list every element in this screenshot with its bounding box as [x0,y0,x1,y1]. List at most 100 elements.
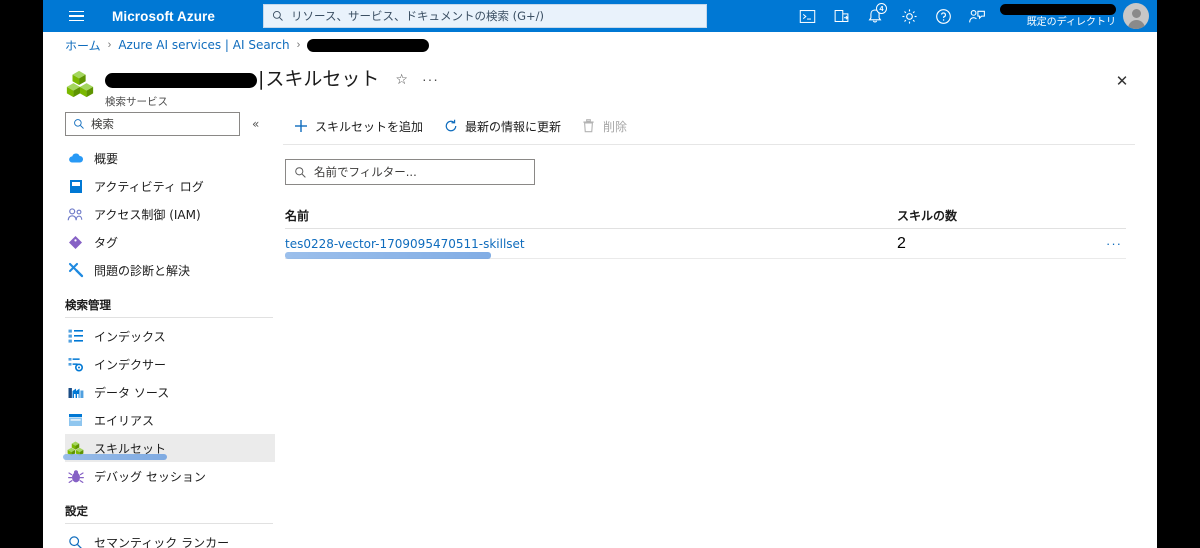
index-list-icon [67,328,84,345]
page-title-resource-redacted [105,72,257,88]
notifications-icon[interactable]: 4 [858,0,892,32]
table-header-row: 名前 スキルの数 [285,203,1126,229]
sidebar-item-indexers[interactable]: インデクサー [65,350,275,378]
sidebar-item-aliases[interactable]: エイリアス [65,406,275,434]
sidebar-group-title-settings: 設定 [65,504,88,518]
sidebar-item-tags[interactable]: タグ [65,228,275,256]
sidebar-item-label: スキルセット [94,441,167,456]
sidebar-item-label: アクティビティ ログ [94,179,204,194]
hamburger-icon[interactable] [56,0,96,32]
sidebar-item-label: 概要 [94,151,119,166]
sidebar-group-divider [65,317,273,318]
sidebar-item-debug-sessions[interactable]: デバッグ セッション [65,462,275,490]
delete-label: 削除 [603,119,628,134]
breadcrumb-item-ai-search[interactable]: Azure AI services | AI Search [118,38,289,52]
notification-badge-count: 4 [876,3,887,14]
sidebar-item-indexes[interactable]: インデックス [65,322,275,350]
activity-log-icon [67,178,84,195]
skillsets-table: 名前 スキルの数 tes0228-vector-1709095470511-sk… [285,203,1126,259]
table-cell-skill-count: 2 [897,234,906,252]
breadcrumb-separator: › [296,39,301,51]
search-service-cubes-icon [66,70,94,98]
plus-icon [293,119,308,134]
sidebar-item-access-control[interactable]: アクセス制御 (IAM) [65,200,275,228]
filter-placeholder: 名前でフィルター... [314,165,417,179]
search-icon [74,119,84,129]
global-search-input[interactable]: リソース、サービス、ドキュメントの検索 (G+/) [263,4,708,28]
sidebar-item-semantic-ranker[interactable]: セマンティック ランカー [65,528,275,548]
add-skillset-button[interactable]: スキルセットを追加 [283,112,433,140]
debug-bug-icon [67,468,84,485]
column-header-name[interactable]: 名前 [285,207,897,224]
sidebar-item-label: インデクサー [94,357,167,372]
alias-icon [67,412,84,429]
sidebar-item-label: データ ソース [94,385,170,400]
command-bar-divider [283,144,1135,145]
directory-switch-icon[interactable] [824,0,858,32]
page-title-block: | スキルセット ☆ ··· 検索サービス [105,67,439,109]
avatar[interactable] [1123,3,1149,29]
table-row-context-menu-icon[interactable]: ··· [1106,236,1126,251]
sidebar-item-label: デバッグ セッション [94,469,206,484]
diagnose-wrench-icon [67,262,84,279]
sidebar-item-skillsets[interactable]: スキルセット [63,434,275,462]
close-blade-button[interactable]: ✕ [1109,68,1135,94]
cloud-shell-icon[interactable] [790,0,824,32]
data-source-icon [67,384,84,401]
portal-viewport: Microsoft Azure リソース、サービス、ドキュメントの検索 (G+/… [43,0,1157,548]
settings-gear-icon[interactable] [892,0,926,32]
favorite-star-icon[interactable]: ☆ [395,71,408,88]
table-cell-name: tes0228-vector-1709095470511-skillset [285,235,897,259]
breadcrumb-item-resource-redacted[interactable] [307,38,430,52]
global-header-actions: 4 既定のディレクトリ [790,0,1157,32]
sidebar-item-label: アクセス制御 (IAM) [94,207,201,222]
sidebar-item-label: インデックス [94,329,166,344]
search-icon [295,166,306,178]
refresh-button[interactable]: 最新の情報に更新 [433,112,571,140]
breadcrumb: ホーム › Azure AI services | AI Search › [43,32,1157,58]
feedback-icon[interactable] [960,0,994,32]
user-account-menu[interactable]: 既定のディレクトリ [1000,3,1149,29]
azure-brand-logo[interactable]: Microsoft Azure [112,9,215,24]
sidebar-primary-list: 概要 アクティビティ ログ アクセス制御 (IAM) タグ 問題の診断と解決 検… [63,144,275,548]
cloud-icon [67,150,84,167]
refresh-label: 最新の情報に更新 [465,119,562,134]
semantic-ranker-icon [67,534,84,548]
page-title-separator: | [258,67,265,90]
help-icon[interactable] [926,0,960,32]
sidebar-item-label: セマンティック ランカー [94,535,230,548]
global-search-placeholder: リソース、サービス、ドキュメントの検索 (G+/) [291,9,544,23]
user-name-redacted [1000,3,1116,15]
sidebar-item-overview[interactable]: 概要 [65,144,275,172]
sidebar-search-placeholder: 検索 [91,117,114,131]
sidebar-search-input[interactable]: 検索 [65,112,240,136]
sidebar: 検索 « 概要 アクティビティ ログ アクセス制御 (IAM) タグ 問題の診断… [43,106,275,548]
user-info: 既定のディレクトリ [1000,3,1116,29]
screenshot-root: Microsoft Azure リソース、サービス、ドキュメントの検索 (G+/… [0,0,1200,548]
sidebar-item-activity-log[interactable]: アクティビティ ログ [65,172,275,200]
refresh-icon [443,119,458,134]
filter-input[interactable]: 名前でフィルター... [285,159,535,185]
page-more-menu-icon[interactable]: ··· [422,71,439,87]
sidebar-collapse-icon[interactable]: « [252,117,259,131]
breadcrumb-item-home[interactable]: ホーム [65,37,101,54]
skillset-cubes-icon [67,440,84,457]
column-header-skill-count[interactable]: スキルの数 [897,207,1077,224]
user-directory-label: 既定のディレクトリ [1026,16,1116,28]
sidebar-item-diagnose[interactable]: 問題の診断と解決 [65,256,275,284]
page-title: スキルセット [265,67,380,90]
sidebar-group-divider [65,523,273,524]
search-icon [272,10,283,21]
table-row-name-link[interactable]: tes0228-vector-1709095470511-skillset [285,237,525,251]
sidebar-group-title-search-management: 検索管理 [65,298,111,312]
sidebar-item-data-sources[interactable]: データ ソース [65,378,275,406]
tag-icon [67,234,84,251]
table-row[interactable]: tes0228-vector-1709095470511-skillset 2 … [285,229,1126,259]
letterbox-right [1157,0,1200,548]
indexer-gear-icon [67,356,84,373]
breadcrumb-separator: › [107,39,112,51]
sidebar-search-row: 検索 « [65,112,275,136]
page-title-row: | スキルセット ☆ ··· 検索サービス ✕ [43,58,1157,109]
global-header: Microsoft Azure リソース、サービス、ドキュメントの検索 (G+/… [43,0,1157,32]
add-skillset-label: スキルセットを追加 [315,119,424,134]
